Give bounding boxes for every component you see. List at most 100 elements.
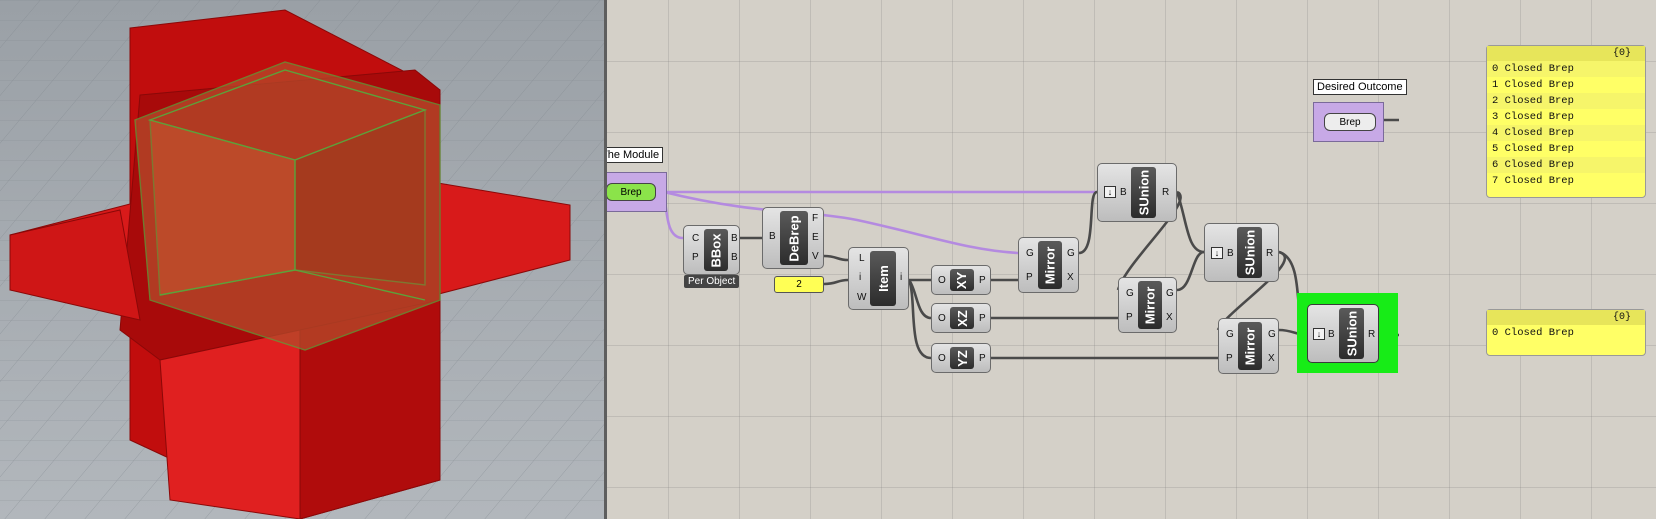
item-core: Item [870,251,896,306]
debrep-out-e[interactable]: E [812,233,819,243]
panel-row: 0 Closed Brep [1487,61,1645,77]
panel-row: 5 Closed Brep [1492,143,1574,155]
mirror2-core: Mirror [1138,281,1162,329]
wire-item-yz [907,279,932,360]
bbox-out-b1[interactable]: B [731,234,738,244]
yz-out-p[interactable]: P [979,354,986,364]
mirror2-name: Mirror [1142,286,1158,324]
sunion3-out-r[interactable]: R [1368,330,1375,340]
sunion1-out-r[interactable]: R [1162,188,1169,198]
panel-row: 0 Closed Brep [1492,327,1574,339]
item-in-w[interactable]: W [857,293,866,303]
sunion1-in-b[interactable]: B [1120,188,1127,198]
number-slider[interactable]: 2 [774,276,824,293]
output-panel-bottom[interactable]: {0} 0 Closed Brep [1486,309,1646,356]
xz-in-o[interactable]: O [938,314,946,324]
rhino-viewport[interactable] [0,0,604,519]
wire-debrep-item-L [823,254,849,262]
sunion2-out-r[interactable]: R [1266,249,1273,259]
item-in-i[interactable]: i [859,273,861,283]
xy-name: XY [954,271,970,289]
mirror2-in-g[interactable]: G [1126,289,1134,299]
panel-row: 4 Closed Brep [1487,125,1645,141]
graft-arrow-icon[interactable]: ↓ [1313,328,1325,340]
graft-arrow-icon[interactable]: ↓ [1104,186,1116,198]
mirror2-in-p[interactable]: P [1126,313,1133,323]
mirror1-out-g[interactable]: G [1067,249,1075,259]
mirror-component-2[interactable]: G P Mirror G X [1118,277,1177,333]
outcome-param[interactable]: Brep [1313,102,1384,142]
mirror2-out-g[interactable]: G [1166,289,1174,299]
panel-row: 3 Closed Brep [1492,111,1574,123]
wire-mirror1-sunion1 [1078,190,1098,255]
item-name: Item [875,265,891,292]
module-tag: The Module [607,147,664,163]
selected-module-cube [134,61,441,351]
viewport-scene [0,0,604,519]
sunion2-in-b[interactable]: B [1227,249,1234,259]
bbox-in-c[interactable]: C [692,234,699,244]
mirror3-out-x[interactable]: X [1268,354,1275,364]
graft-arrow-icon[interactable]: ↓ [1211,247,1223,259]
module-param[interactable]: Brep [607,172,667,212]
outcome-brep-pill[interactable]: Brep [1324,113,1376,131]
item-in-l[interactable]: L [859,254,865,264]
xy-plane-component[interactable]: O XY P [931,265,991,295]
mirror1-in-g[interactable]: G [1026,249,1034,259]
grasshopper-canvas[interactable]: The Module Brep C P BBox B B Per Object … [607,0,1656,519]
yz-plane-component[interactable]: O YZ P [931,343,991,373]
item-out-i[interactable]: i [900,273,902,283]
mirror1-name: Mirror [1042,246,1058,284]
bbox-core: BBox [704,229,728,271]
mirror-component-1[interactable]: G P Mirror G X [1018,237,1079,293]
list-item-component[interactable]: L i W Item i [848,247,909,310]
xz-name: XZ [954,309,970,327]
debrep-component[interactable]: B DeBrep F E V [762,207,824,269]
panel-bottom-header: {0} [1487,310,1645,325]
module-brep-pill[interactable]: Brep [607,183,656,201]
panel-row: 6 Closed Brep [1487,157,1645,173]
sunion-component-2[interactable]: ↓ B SUnion R [1204,223,1279,282]
sunion3-name: SUnion [1344,310,1359,357]
sunion3-in-b[interactable]: B [1328,330,1335,340]
mirror-component-3[interactable]: G P Mirror G X [1218,318,1279,374]
mirror1-out-x[interactable]: X [1067,273,1074,283]
xz-core: XZ [950,307,974,329]
yz-name: YZ [954,349,970,367]
sunion-component-3[interactable]: ↓ B SUnion R [1307,304,1379,363]
sunion2-core: SUnion [1237,227,1262,278]
sunion-component-1[interactable]: ↓ B SUnion R [1097,163,1177,222]
mirror3-core: Mirror [1238,322,1262,370]
output-panel-top[interactable]: {0} 0 Closed Brep 1 Closed Brep 2 Closed… [1486,45,1646,198]
mirror3-in-g[interactable]: G [1226,330,1234,340]
mirror3-in-p[interactable]: P [1226,354,1233,364]
debrep-in-b[interactable]: B [769,232,776,242]
mirror2-out-x[interactable]: X [1166,313,1173,323]
wire-slider-item [823,278,849,286]
xz-out-p[interactable]: P [979,314,986,324]
xz-plane-component[interactable]: O XZ P [931,303,991,333]
wire-sunion1-sunion2 [1175,191,1205,254]
mirror1-core: Mirror [1038,241,1062,289]
bbox-out-b2[interactable]: B [731,253,738,263]
sunion1-core: SUnion [1131,167,1156,218]
debrep-name: DeBrep [786,214,802,262]
bbox-component[interactable]: C P BBox B B [683,225,740,275]
xy-core: XY [950,269,974,291]
yz-core: YZ [950,347,974,369]
yz-in-o[interactable]: O [938,354,946,364]
wire-mirror2-sunion2 [1176,250,1205,292]
per-object-badge: Per Object [684,275,740,288]
debrep-out-f[interactable]: F [812,214,818,224]
mirror3-out-g[interactable]: G [1268,330,1276,340]
bbox-in-p[interactable]: P [692,253,699,263]
xy-in-o[interactable]: O [938,276,946,286]
xy-out-p[interactable]: P [979,276,986,286]
mirror1-in-p[interactable]: P [1026,273,1033,283]
sunion2-name: SUnion [1242,229,1257,276]
sunion3-core: SUnion [1339,308,1364,359]
panel-row: 1 Closed Brep [1492,79,1574,91]
outcome-tag: Desired Outcome [1313,79,1407,95]
debrep-out-v[interactable]: V [812,252,819,262]
bbox-name: BBox [708,233,724,267]
